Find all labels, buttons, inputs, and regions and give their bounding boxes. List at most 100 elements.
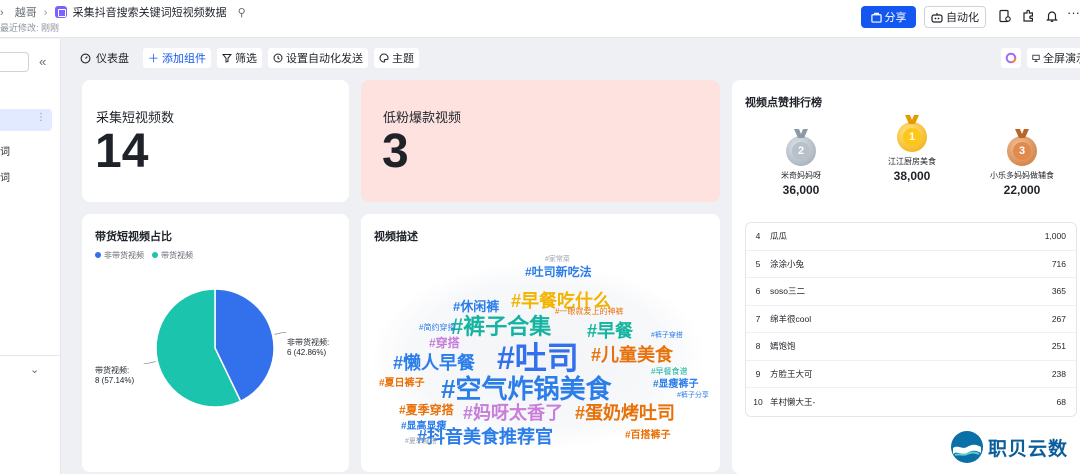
kpi-value: 14	[95, 125, 149, 178]
pie-chart-card[interactable]: 带货短视频占比 非带货视频 带货视频 非带货视频: 6 (42.86%) 带货视…	[82, 214, 349, 472]
kpi-card-videos[interactable]: 采集短视频数 14	[82, 80, 349, 202]
brand-logo-text: 职贝云数	[988, 438, 1069, 460]
filter-button[interactable]: 筛选	[217, 48, 262, 68]
table-row[interactable]: 6 soso三二 365	[746, 278, 1076, 306]
wordcloud-word: #早餐	[587, 321, 634, 341]
table-row[interactable]: 5 涂涂小兔 716	[746, 251, 1076, 278]
wordcloud-word: #妈呀太香了	[463, 403, 564, 423]
medal-rank: 1	[903, 128, 921, 146]
ai-icon	[1005, 52, 1017, 64]
chart-title: 视频描述	[374, 231, 418, 243]
rank-no: 10	[753, 396, 763, 407]
dashboard-label: 仪表盘	[96, 53, 129, 65]
podium-value: 38,000	[893, 169, 931, 183]
auto-send-label: 设置自动化发送	[286, 53, 363, 65]
podium-first[interactable]: 1 江江厨房美食 38,000	[880, 115, 944, 183]
sidebar: « ⋮ 词 词 ⌄	[0, 39, 61, 474]
silver-medal-icon: 2	[786, 129, 816, 166]
wordcloud-word: #吐司	[497, 340, 579, 376]
dashboard-toolbar: 仪表盘 ＋ 添加组件 筛选 设置自动化发送 主题	[80, 48, 425, 68]
wordcloud-word: #早餐食谱	[651, 367, 688, 376]
rank-no: 4	[755, 231, 761, 242]
table-row[interactable]: 8 嫣饱饱 251	[746, 333, 1076, 361]
rank-name: 方脸王大可	[770, 368, 813, 379]
table-row[interactable]: 7 绵羊很cool 267	[746, 306, 1076, 333]
podium-second[interactable]: 2 米奇妈妈呀 36,000	[770, 129, 832, 197]
fullscreen-label: 全屏演示	[1043, 53, 1080, 65]
brand-logo: 职贝云数	[950, 430, 1068, 464]
doc-title[interactable]: 采集抖音搜索关键词短视频数据	[73, 7, 227, 19]
sidebar-item-active[interactable]: ⋮	[0, 109, 52, 131]
plugin-icon[interactable]	[1021, 9, 1035, 23]
rank-name: 绵羊很cool	[770, 313, 812, 324]
fullscreen-button[interactable]: 全屏演示	[1027, 48, 1080, 68]
rank-name: 羊村懒大王-	[770, 396, 816, 407]
wordcloud-word: #显高显瘦	[401, 421, 447, 432]
theme-button[interactable]: 主题	[374, 48, 419, 68]
collapse-sidebar-icon[interactable]: «	[39, 54, 46, 69]
rank-value: 251	[1051, 341, 1066, 352]
share-icon	[870, 12, 882, 23]
table-row[interactable]: 10 羊村懒大王- 68	[746, 388, 1076, 416]
gold-medal-icon: 1	[897, 115, 927, 152]
wordcloud-word: #百搭裤子	[625, 430, 671, 441]
wordcloud-word: #家常菜	[545, 256, 570, 263]
wordcloud-word: #简约穿搭	[419, 323, 456, 332]
kpi-label: 采集短视频数	[96, 110, 175, 125]
podium-name: 米奇妈妈呀	[781, 171, 821, 180]
more-icon[interactable]: ···	[1067, 5, 1080, 20]
wordcloud-word: #懒人早餐	[393, 353, 476, 373]
dashboard-title: 仪表盘	[80, 50, 129, 66]
rank-name: 瓜瓜	[770, 231, 788, 242]
table-row[interactable]: 4 瓜瓜 1,000	[746, 223, 1076, 251]
presentation-icon	[1032, 54, 1040, 62]
medal-rank: 3	[1013, 142, 1031, 160]
document-settings-icon[interactable]	[998, 9, 1012, 23]
wordcloud-card[interactable]: 视频描述 #吐司 #空气炸锅美食 #裤子合集 #儿童美食 #懒人早餐 #早餐吃什么 #妈呀太…	[361, 214, 720, 472]
more-vertical-icon[interactable]: ⋮	[36, 112, 46, 123]
rank-value: 238	[1051, 368, 1066, 379]
kpi-value: 3	[382, 125, 409, 178]
ai-assistant-button[interactable]	[1001, 48, 1021, 68]
wordcloud-word: #夏季穿搭	[405, 438, 437, 445]
wordcloud-word: #一眼就爱上的神裤	[555, 307, 624, 316]
doc-icon	[54, 6, 67, 18]
add-component-button[interactable]: ＋ 添加组件	[143, 48, 211, 68]
last-modified: 最近修改: 刚刚	[0, 23, 60, 33]
sidebar-item[interactable]: 词	[0, 143, 10, 158]
clock-icon	[273, 53, 283, 63]
wordcloud-word: #裤子穿搭	[651, 332, 683, 339]
rank-no: 8	[755, 341, 761, 352]
pie-label-value: 8 (57.14%)	[95, 376, 135, 386]
podium-value: 36,000	[782, 183, 820, 197]
bronze-medal-icon: 3	[1007, 129, 1037, 166]
wordcloud-word: #裤子分享	[677, 392, 709, 399]
sidebar-search-input[interactable]	[0, 52, 29, 72]
filter-icon	[222, 54, 232, 63]
chevron-down-icon[interactable]: ⌄	[30, 363, 39, 376]
share-label: 分享	[884, 12, 907, 24]
pie-leader-line	[274, 332, 287, 335]
pie-label-name: 非带货视频:	[287, 338, 330, 347]
bell-icon[interactable]	[1045, 9, 1059, 23]
share-button[interactable]: 分享	[861, 6, 916, 28]
rank-value: 267	[1051, 313, 1066, 324]
podium-name: 小乐多妈妈做辅食	[990, 171, 1054, 180]
auto-send-button[interactable]: 设置自动化发送	[268, 48, 368, 68]
brand-logo-icon	[951, 431, 983, 463]
wordcloud-word: #裤子合集	[451, 314, 552, 339]
wordcloud-word: #夏季穿搭	[399, 403, 454, 417]
rank-value: 1,000	[1044, 231, 1066, 242]
podium-third[interactable]: 3 小乐多妈妈做辅食 22,000	[984, 129, 1060, 197]
sidebar-item[interactable]: 词	[0, 169, 10, 184]
pie-label-name: 带货视频:	[95, 366, 130, 375]
breadcrumb: › 越哥 › 采集抖音搜索关键词短视频数据 ⚲	[0, 6, 246, 19]
podium-name: 江江厨房美食	[888, 157, 936, 166]
breadcrumb-parent[interactable]: 越哥	[15, 7, 37, 19]
robot-icon	[931, 12, 943, 23]
kpi-card-viral[interactable]: 低粉爆款视频 3	[361, 80, 720, 202]
automation-button[interactable]: 自动化	[924, 6, 986, 28]
pin-icon[interactable]: ⚲	[238, 7, 246, 19]
table-row[interactable]: 9 方脸王大可 238	[746, 361, 1076, 388]
add-component-label: 添加组件	[162, 53, 206, 65]
